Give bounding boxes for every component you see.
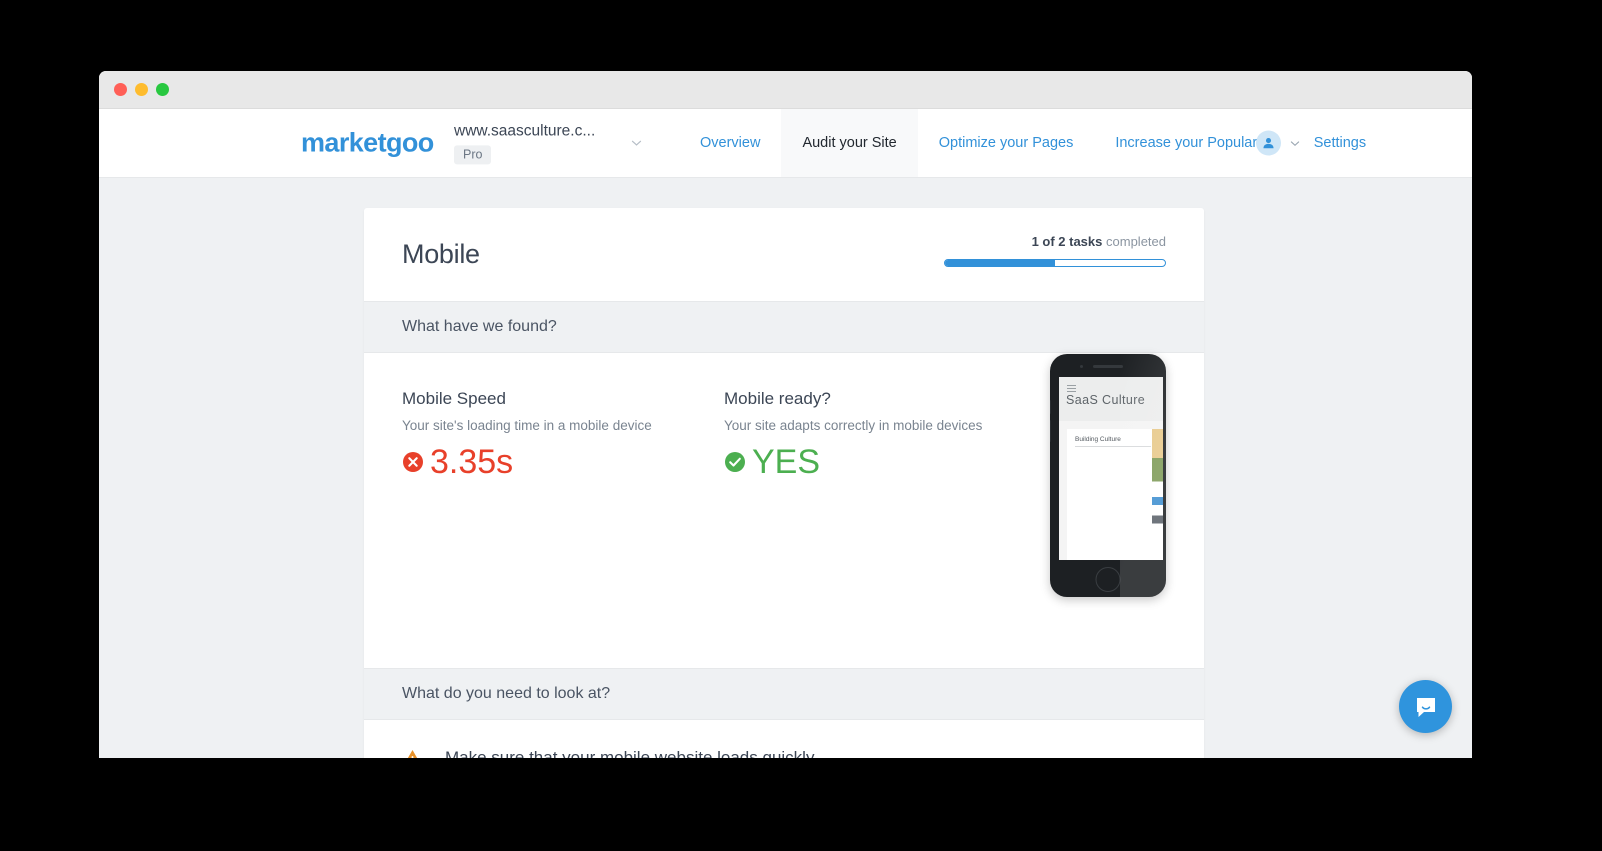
warning-triangle-icon [402,749,423,758]
site-url-label: www.saasculture.c... [454,122,596,140]
screen: marketgoo www.saasculture.c... Pro Overv… [0,0,1602,851]
metric-mobile-speed: Mobile Speed Your site's loading time in… [402,389,724,479]
phone-speaker [1093,365,1123,368]
minimize-window-button[interactable] [135,83,148,96]
metric-subtitle: Your site's loading time in a mobile dev… [402,418,652,433]
intercom-chat-launcher[interactable] [1399,680,1452,733]
card-header: Mobile 1 of 2 tasks completed [364,208,1204,301]
task-progress-count: 1 of 2 tasks [1031,234,1103,249]
nav-item-overview[interactable]: Overview [679,109,781,177]
site-selector[interactable]: www.saasculture.c... Pro [454,121,649,165]
browser-window: marketgoo www.saasculture.c... Pro Overv… [99,71,1472,758]
metric-title: Mobile ready? [724,389,831,408]
phone-glare [1120,354,1166,597]
task-progress-label: 1 of 2 tasks completed [944,234,1166,249]
close-window-button[interactable] [114,83,127,96]
task-progress: 1 of 2 tasks completed [944,234,1166,267]
phone-camera-icon [1080,365,1083,368]
page-body: Mobile 1 of 2 tasks completed What have … [99,178,1472,758]
window-titlebar [99,71,1472,109]
user-menu[interactable] [1256,130,1300,156]
mobile-preview-mockup: SaaS Culture Building Culture [1050,354,1166,597]
page-title: Mobile [402,239,480,269]
metric-value-row: 3.35s [402,445,724,479]
section-header-what-have-we-found: What have we found? [364,301,1204,353]
traffic-lights [114,83,169,96]
chat-bubble-icon [1413,694,1439,720]
mobile-audit-card: Mobile 1 of 2 tasks completed What have … [364,208,1204,758]
nav-item-audit-your-site[interactable]: Audit your Site [781,109,918,177]
nav-item-settings[interactable]: Settings [1293,109,1387,177]
metric-title: Mobile Speed [402,389,506,408]
metric-mobile-ready: Mobile ready? Your site adapts correctly… [724,389,1046,479]
phone-home-button [1095,567,1121,592]
progress-bar-track [944,259,1166,267]
metric-value-row: YES [724,445,1046,479]
plan-badge: Pro [454,145,492,165]
maximize-window-button[interactable] [156,83,169,96]
chevron-down-icon[interactable] [631,138,642,149]
app-navbar: marketgoo www.saasculture.c... Pro Overv… [99,109,1472,178]
metric-value: YES [752,443,821,481]
metric-value: 3.35s [430,443,514,481]
task-progress-suffix: completed [1106,234,1166,249]
section-header-what-do-you-need-to-look-at: What do you need to look at? [364,668,1204,720]
lookat-section: Make sure that your mobile website loads… [364,720,1204,758]
avatar [1256,130,1281,156]
metric-subtitle: Your site adapts correctly in mobile dev… [724,418,983,433]
lookat-item-text: Make sure that your mobile website loads… [445,748,815,758]
phone-side-button [1050,400,1051,414]
progress-bar-fill [945,260,1055,266]
list-item[interactable]: Make sure that your mobile website loads… [402,748,1166,758]
check-circle-icon [724,451,746,473]
phone-volume-button [1050,420,1051,442]
nav-item-optimize-your-pages[interactable]: Optimize your Pages [918,109,1095,177]
findings-section: Mobile Speed Your site's loading time in… [364,353,1204,668]
error-circle-icon [402,451,424,473]
marketgoo-logo[interactable]: marketgoo [301,129,434,157]
user-chevron-down-icon [1290,138,1300,148]
